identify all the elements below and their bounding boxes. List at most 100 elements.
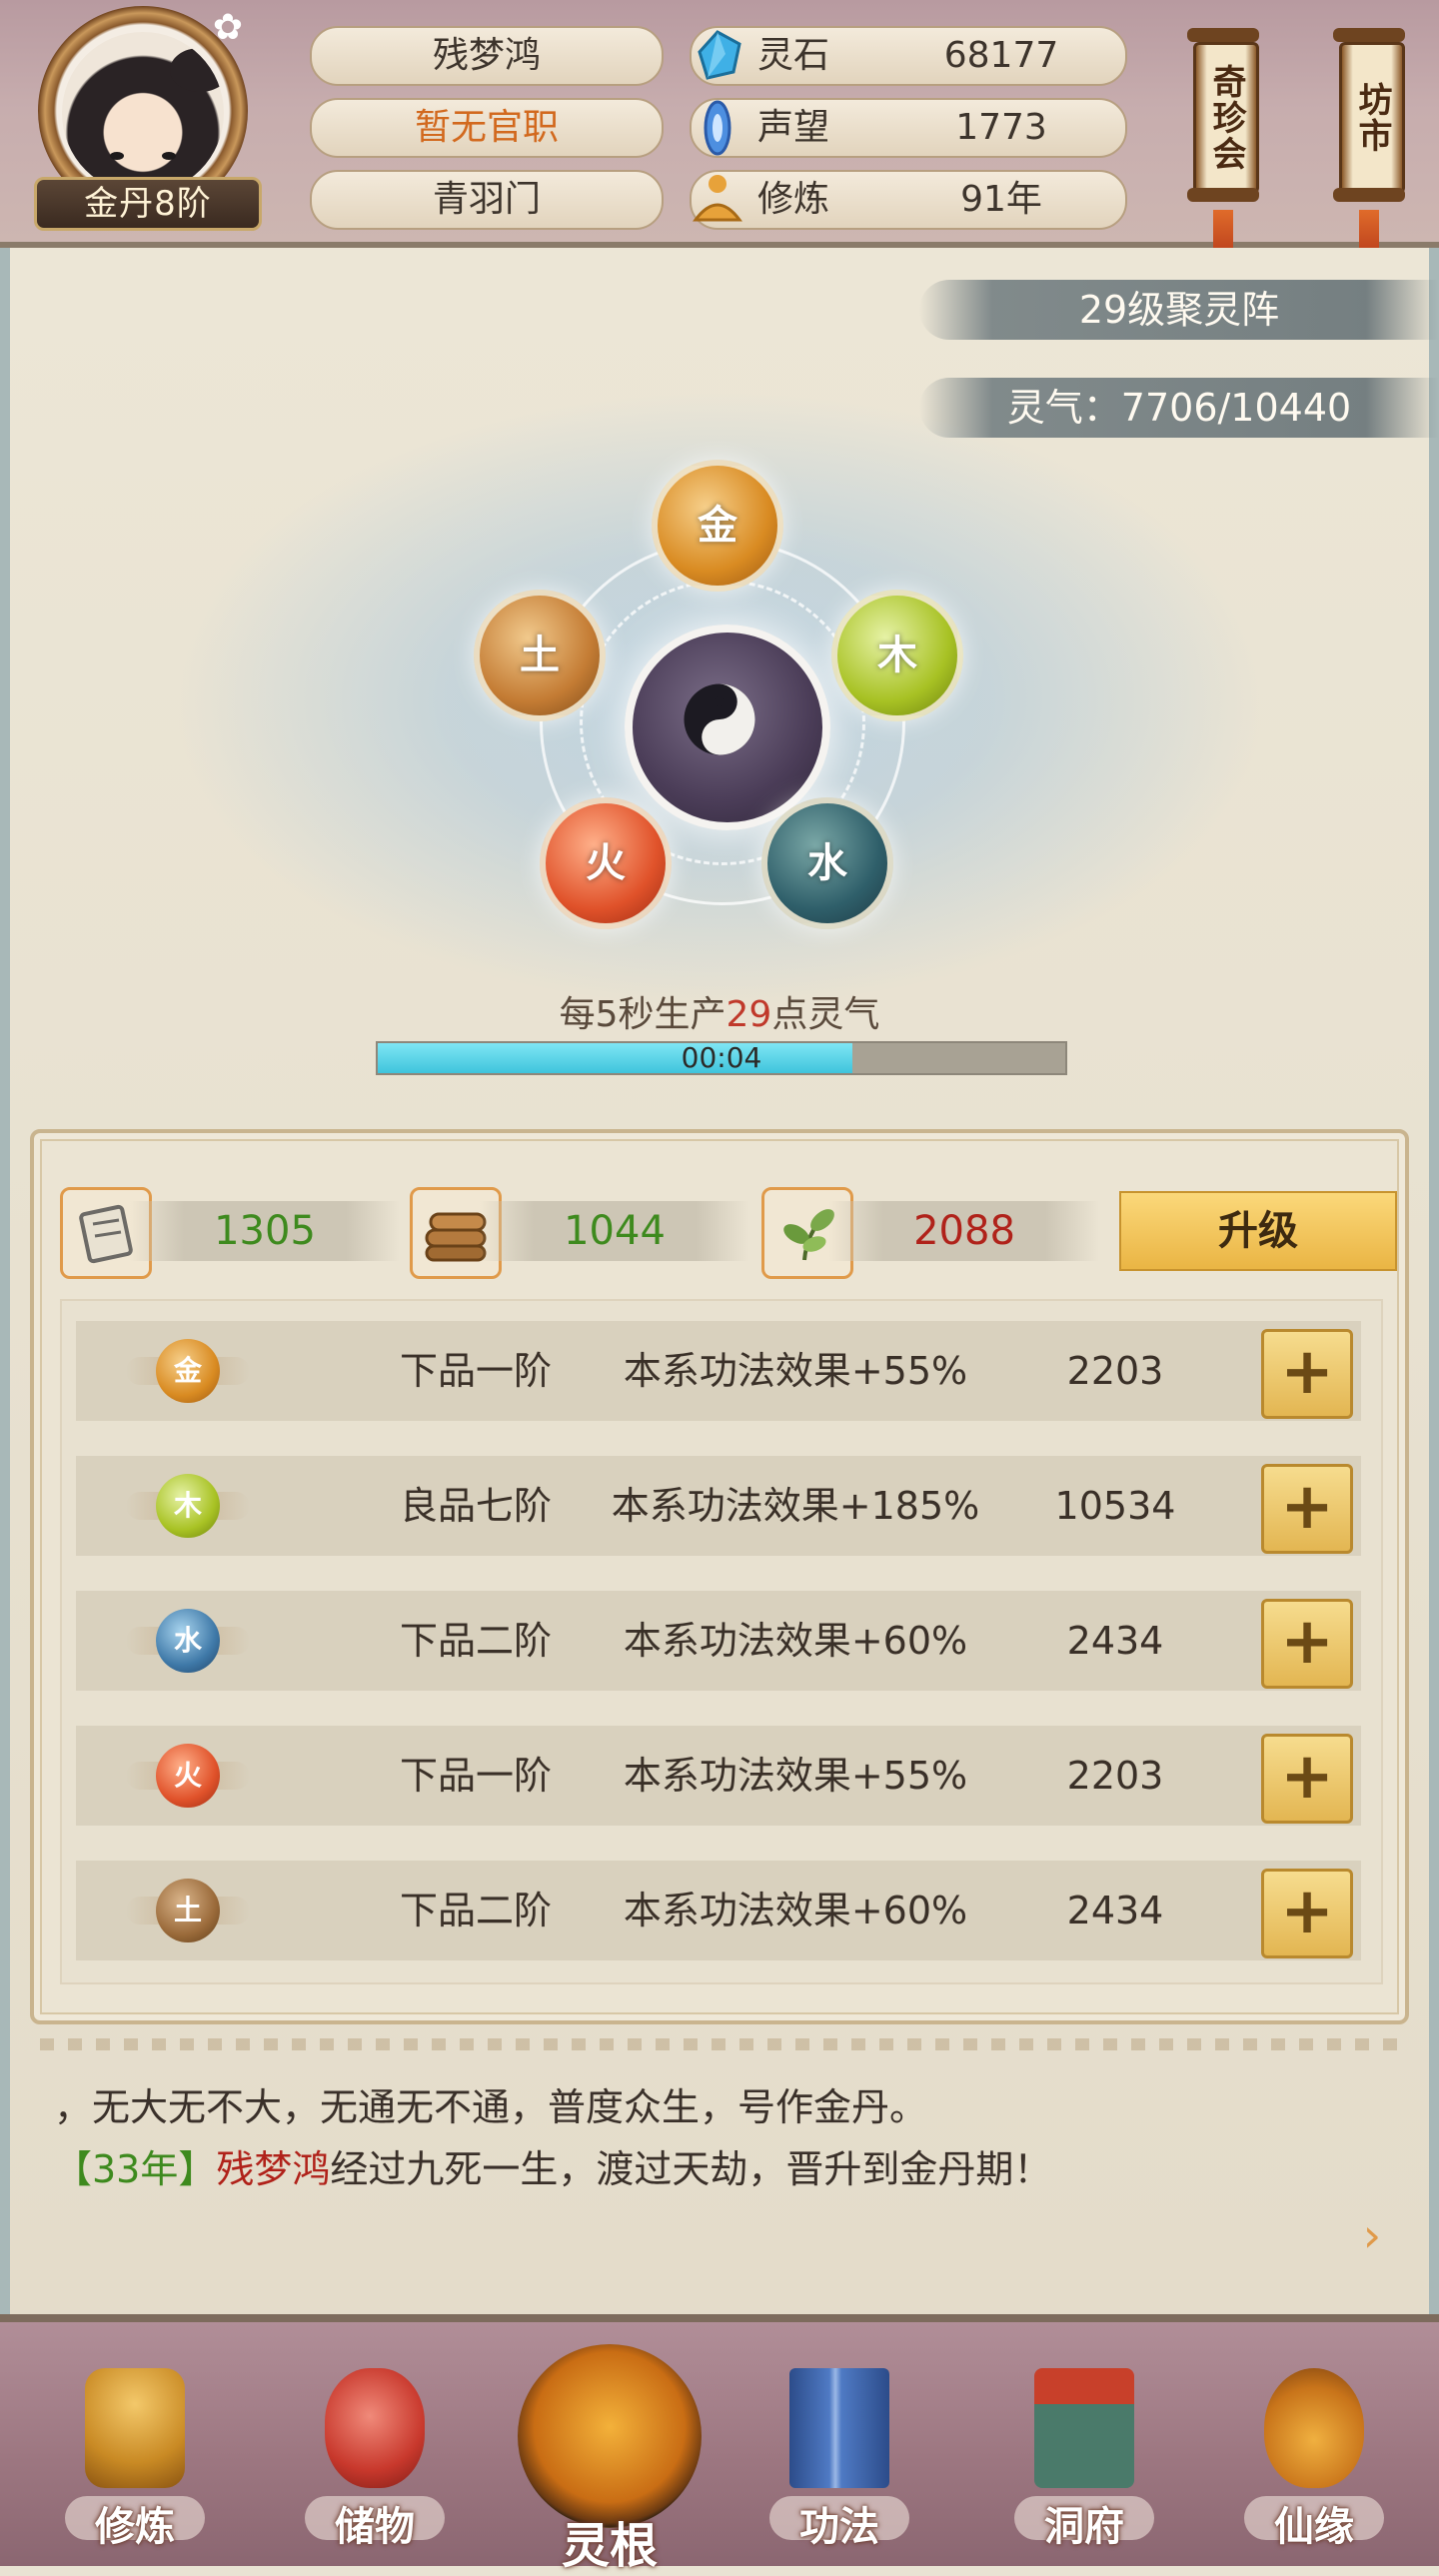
row-cost: 10534	[1054, 1484, 1176, 1528]
row-cost: 2203	[1066, 1754, 1164, 1798]
material-count-wood: 1044	[480, 1201, 749, 1261]
row-effect: 本系功法效果+60%	[623, 1619, 968, 1663]
nav-label: 功法	[799, 2503, 879, 2550]
ornament-divider	[40, 2038, 1399, 2050]
nav-label: 储物	[335, 2503, 415, 2550]
wood-orb[interactable]: 木	[831, 590, 963, 721]
resource-reputation: 声望 1773	[690, 98, 1127, 158]
hair-bun	[170, 48, 224, 92]
log-line: ，无大无不大，无通无不通，普度众生，号作金丹。	[54, 2085, 928, 2129]
scroll-cap	[1333, 28, 1405, 42]
production-rate: 每5秒生产29点灵气	[370, 985, 1069, 1037]
nav-cultivate[interactable]: 修炼	[50, 2368, 220, 2558]
row-effect: 本系功法效果+185%	[611, 1484, 980, 1528]
avatar-portrait	[62, 32, 224, 194]
array-level-title: 29级聚灵阵	[1078, 288, 1280, 332]
cave-abode-icon	[1034, 2368, 1134, 2488]
add-water-button[interactable]: +	[1261, 1599, 1353, 1689]
fire-orb[interactable]: 火	[540, 797, 672, 929]
spirit-stone-icon	[698, 30, 741, 80]
left-eye	[110, 152, 124, 160]
row-grade: 下品一阶	[399, 1754, 552, 1798]
nav-technique[interactable]: 功法	[754, 2368, 924, 2558]
row-grade: 下品二阶	[399, 1619, 552, 1663]
resource-value: 1773	[955, 107, 1047, 148]
row-cost: 2434	[1066, 1889, 1164, 1932]
resource-value: 91年	[960, 179, 1042, 220]
add-fire-button[interactable]: +	[1261, 1734, 1353, 1824]
reputation-icon	[704, 100, 731, 156]
fire-icon: 火	[156, 1744, 220, 1808]
nav-label: 洞府	[1044, 2503, 1124, 2550]
row-cost: 2203	[1066, 1349, 1164, 1393]
earth-orb[interactable]: 土	[474, 590, 606, 721]
add-metal-button[interactable]: +	[1261, 1329, 1353, 1419]
resource-spirit-stone: 灵石 68177	[690, 26, 1127, 86]
log-line: 【33年】残梦鸿经过九死一生，渡过天劫，晋升到金丹期！	[54, 2138, 1051, 2193]
water-orb[interactable]: 水	[761, 797, 893, 929]
log-player-name: 残梦鸿	[216, 2147, 331, 2191]
wood-icon: 木	[156, 1474, 220, 1538]
next-arrow-icon[interactable]: ›	[1347, 2210, 1397, 2260]
element-row-fire: 火 下品一阶 本系功法效果+55% 2203 +	[76, 1726, 1361, 1826]
resource-label: 声望	[757, 107, 830, 148]
treasure-auction-button[interactable]: 奇珍会	[1187, 14, 1259, 264]
log-year: 【33年】	[54, 2147, 217, 2191]
row-effect: 本系功法效果+55%	[623, 1349, 968, 1393]
market-button[interactable]: 坊市	[1333, 14, 1405, 264]
add-wood-button[interactable]: +	[1261, 1464, 1353, 1554]
nav-label: 仙缘	[1274, 2503, 1354, 2550]
qi-status-text: 灵气：7706/10440	[1006, 386, 1352, 430]
element-row-earth: 土 下品二阶 本系功法效果+60% 2434 +	[76, 1861, 1361, 1960]
official-title: 暂无官职	[310, 98, 664, 158]
yin-yang-icon	[684, 683, 755, 755]
metal-icon: 金	[156, 1339, 220, 1403]
element-row-wood: 木 良品七阶 本系功法效果+185% 10534 +	[76, 1456, 1361, 1556]
upgrade-button[interactable]: 升级	[1119, 1191, 1397, 1271]
material-count-scroll: 1305	[130, 1201, 400, 1261]
resource-label: 修炼	[757, 179, 830, 220]
spirit-root-icon	[518, 2344, 702, 2528]
right-eye	[162, 152, 176, 160]
log-text: 经过九死一生，渡过天劫，晋升到金丹期！	[330, 2147, 1052, 2191]
nav-storage[interactable]: 储物	[290, 2368, 460, 2558]
metal-orb[interactable]: 金	[652, 460, 783, 592]
nav-label: 灵根	[561, 2518, 658, 2574]
row-effect: 本系功法效果+60%	[623, 1889, 968, 1932]
scroll-body: 坊市	[1339, 42, 1405, 194]
scroll-cap	[1187, 188, 1259, 202]
nav-label: 修炼	[95, 2503, 175, 2550]
sect-name: 青羽门	[310, 170, 664, 230]
row-grade: 下品二阶	[399, 1889, 552, 1932]
add-earth-button[interactable]: +	[1261, 1869, 1353, 1958]
technique-book-icon	[789, 2368, 889, 2488]
row-grade: 良品七阶	[399, 1484, 552, 1528]
element-row-water: 水 下品二阶 本系功法效果+60% 2434 +	[76, 1591, 1361, 1691]
production-progress-bar: 00:04	[376, 1041, 1067, 1075]
water-icon: 水	[156, 1609, 220, 1673]
material-count-herb: 2088	[829, 1201, 1099, 1261]
nav-cave-abode[interactable]: 洞府	[999, 2368, 1169, 2558]
resource-value: 68177	[943, 35, 1059, 76]
scroll-body: 奇珍会	[1193, 42, 1259, 194]
immortal-fate-icon	[1264, 2368, 1364, 2488]
progress-timer: 00:04	[681, 1041, 762, 1074]
meditation-icon	[693, 175, 742, 222]
market-label: 坊市	[1352, 82, 1392, 154]
scroll-cap	[1333, 188, 1405, 202]
resource-cultivation: 修炼 91年	[690, 170, 1127, 230]
rank-badge: 金丹8阶	[34, 177, 262, 231]
qi-status-banner: 灵气：7706/10440	[919, 378, 1439, 438]
cultivator-icon	[85, 2368, 185, 2488]
nav-spirit-root[interactable]: 灵根	[490, 2334, 729, 2574]
butterfly-icon: ✿	[212, 7, 244, 48]
production-amount: 29	[725, 994, 772, 1035]
production-suffix: 点灵气	[771, 994, 880, 1035]
row-grade: 下品一阶	[399, 1349, 552, 1393]
nav-immortal-fate[interactable]: 仙缘	[1229, 2368, 1399, 2558]
storage-bag-icon	[325, 2368, 425, 2488]
player-name: 残梦鸿	[310, 26, 664, 86]
array-level-banner: 29级聚灵阵	[919, 280, 1439, 340]
production-prefix: 每5秒生产	[559, 994, 726, 1035]
element-row-metal: 金 下品一阶 本系功法效果+55% 2203 +	[76, 1321, 1361, 1421]
